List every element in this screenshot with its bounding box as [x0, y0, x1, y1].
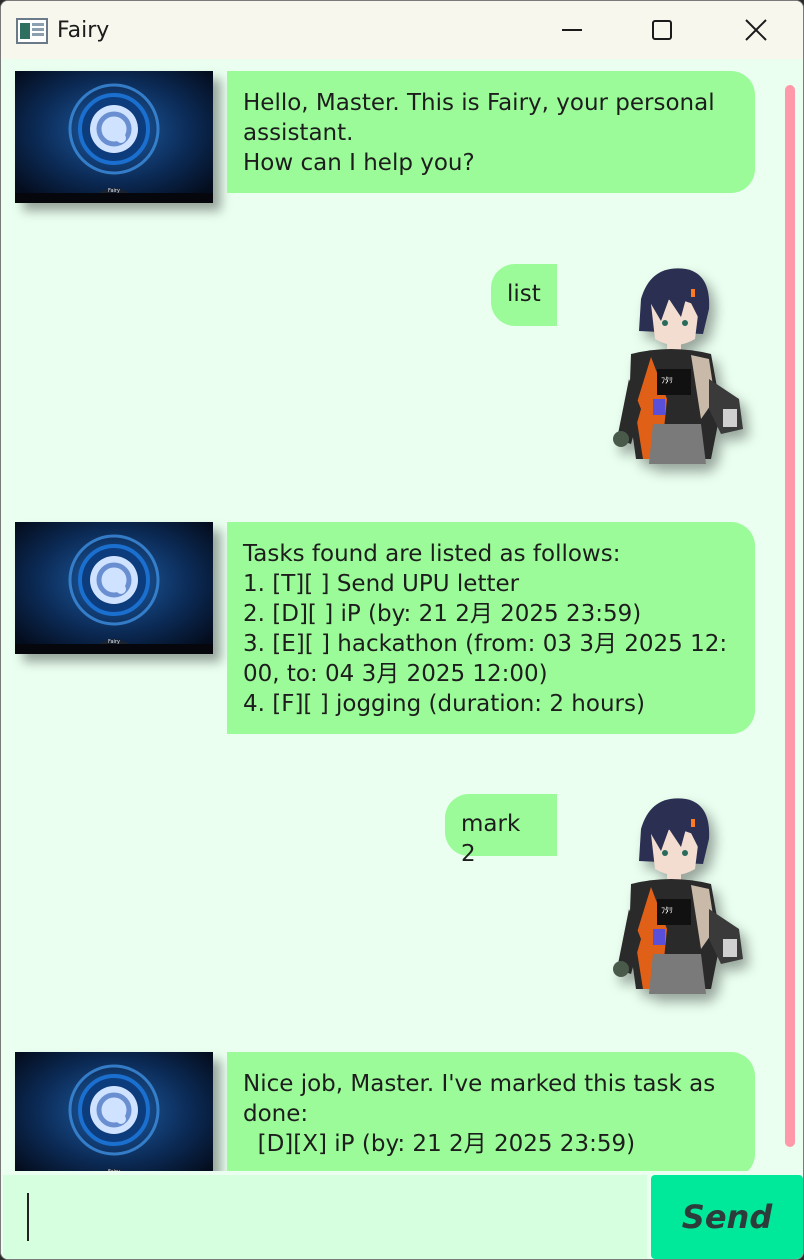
minimize-icon	[562, 29, 582, 31]
maximize-icon	[652, 20, 672, 40]
title-bar[interactable]: Fairy	[1, 1, 803, 59]
minimize-button[interactable]	[526, 1, 618, 59]
bot-avatar: Fairy	[15, 71, 213, 203]
send-button[interactable]: Send	[651, 1175, 803, 1259]
scrollbar-thumb[interactable]	[785, 85, 795, 1147]
close-button[interactable]	[710, 1, 802, 59]
bot-message: Nice job, Master. I've marked this task …	[227, 1052, 755, 1171]
bot-avatar: Fairy	[15, 1052, 213, 1171]
text-caret	[27, 1193, 29, 1241]
anime-girl-avatar-icon: ﾌﾀﾘ	[613, 798, 743, 994]
app-icon	[16, 18, 48, 44]
bot-avatar: Fairy	[15, 522, 213, 654]
user-avatar: ﾌﾀﾘ	[591, 789, 751, 994]
app-window: Fairy Fairy Hello, Master. This is Fairy…	[0, 0, 804, 1260]
chat-area[interactable]: Fairy Hello, Master. This is Fairy, your…	[1, 59, 803, 1171]
user-message: mark 2	[445, 794, 557, 867]
input-bar: Send	[1, 1171, 803, 1259]
fairy-logo-icon: Fairy	[15, 71, 213, 203]
scrollbar[interactable]	[782, 83, 798, 1149]
avatar-caption: Fairy	[108, 188, 120, 194]
bot-message: Tasks found are listed as follows: 1. [T…	[227, 522, 755, 734]
maximize-button[interactable]	[616, 1, 708, 59]
user-avatar: ﾌﾀﾘ	[591, 259, 751, 464]
anime-girl-avatar-icon: ﾌﾀﾘ	[613, 268, 743, 464]
window-title: Fairy	[57, 18, 110, 43]
message-input[interactable]	[3, 1175, 647, 1259]
fairy-logo-icon: Fairy	[15, 1052, 213, 1171]
user-message: list	[491, 264, 557, 326]
bot-message: Hello, Master. This is Fairy, your perso…	[227, 71, 755, 193]
fairy-logo-icon: Fairy	[15, 522, 213, 654]
svg-text:ﾌﾀﾘ: ﾌﾀﾘ	[661, 376, 673, 385]
svg-text:ﾌﾀﾘ: ﾌﾀﾘ	[661, 906, 673, 915]
close-icon	[745, 19, 767, 41]
avatar-caption: Fairy	[108, 639, 120, 645]
